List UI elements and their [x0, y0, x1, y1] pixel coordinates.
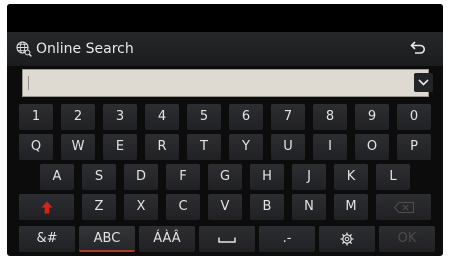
symbols-key[interactable]: &# — [19, 226, 75, 252]
key-0[interactable]: 0 — [397, 104, 431, 130]
key-4[interactable]: 4 — [145, 104, 179, 130]
ok-key[interactable]: OK — [379, 226, 435, 252]
accent-mode-key[interactable]: ÁÀÂ — [139, 226, 195, 252]
key-5[interactable]: 5 — [187, 104, 221, 130]
search-input[interactable] — [22, 69, 433, 97]
key-3[interactable]: 3 — [103, 104, 137, 130]
abc-mode-key[interactable]: ABC — [79, 226, 135, 252]
history-dropdown-button[interactable] — [414, 73, 433, 92]
settings-key[interactable] — [319, 226, 375, 252]
globe-search-icon — [16, 41, 32, 57]
key-u[interactable]: U — [271, 134, 305, 160]
key-g[interactable]: G — [208, 164, 242, 190]
space-icon — [218, 237, 236, 243]
key-z[interactable]: Z — [82, 194, 116, 220]
text-cursor — [28, 76, 29, 90]
key-i[interactable]: I — [313, 134, 347, 160]
back-button[interactable] — [400, 36, 436, 62]
key-o[interactable]: O — [355, 134, 389, 160]
key-b[interactable]: B — [250, 194, 284, 220]
key-c[interactable]: C — [166, 194, 200, 220]
key-2[interactable]: 2 — [61, 104, 95, 130]
dash-key[interactable]: .- — [259, 226, 315, 252]
key-x[interactable]: X — [124, 194, 158, 220]
key-7[interactable]: 7 — [271, 104, 305, 130]
key-1[interactable]: 1 — [19, 104, 53, 130]
key-k[interactable]: K — [334, 164, 368, 190]
space-key[interactable] — [199, 226, 255, 252]
key-e[interactable]: E — [103, 134, 137, 160]
key-s[interactable]: S — [82, 164, 116, 190]
key-t[interactable]: T — [187, 134, 221, 160]
key-d[interactable]: D — [124, 164, 158, 190]
page-title: Online Search — [36, 41, 134, 57]
back-arrow-icon — [410, 41, 426, 54]
key-j[interactable]: J — [292, 164, 326, 190]
key-h[interactable]: H — [250, 164, 284, 190]
backspace-key[interactable] — [376, 194, 431, 220]
key-a[interactable]: A — [40, 164, 74, 190]
key-n[interactable]: N — [292, 194, 326, 220]
key-8[interactable]: 8 — [313, 104, 347, 130]
key-r[interactable]: R — [145, 134, 179, 160]
key-v[interactable]: V — [208, 194, 242, 220]
key-q[interactable]: Q — [19, 134, 53, 160]
key-w[interactable]: W — [61, 134, 95, 160]
screen: Online Search 1 2 3 4 5 6 7 8 9 0 Q W E … — [7, 4, 443, 256]
chevron-down-icon — [418, 79, 429, 86]
header-bar: Online Search — [7, 32, 443, 66]
key-y[interactable]: Y — [229, 134, 263, 160]
key-p[interactable]: P — [397, 134, 431, 160]
key-9[interactable]: 9 — [355, 104, 389, 130]
backspace-icon — [394, 202, 414, 213]
key-6[interactable]: 6 — [229, 104, 263, 130]
key-m[interactable]: M — [334, 194, 368, 220]
key-f[interactable]: F — [166, 164, 200, 190]
status-bar — [7, 4, 443, 32]
key-l[interactable]: L — [376, 164, 410, 190]
shift-key[interactable] — [19, 194, 74, 220]
gear-icon — [340, 232, 354, 246]
shift-arrow-icon — [41, 201, 53, 214]
